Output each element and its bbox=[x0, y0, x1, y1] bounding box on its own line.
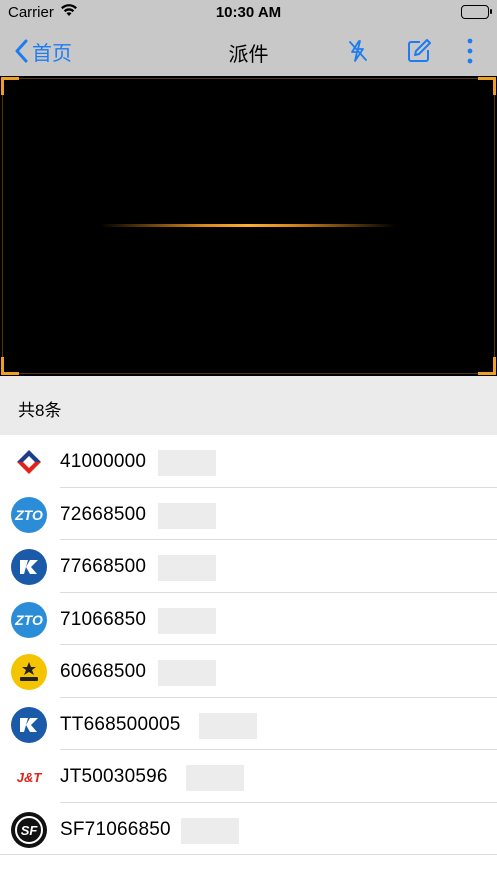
kuayue-icon bbox=[11, 549, 47, 585]
scan-corner bbox=[478, 77, 496, 95]
yunda-icon bbox=[11, 654, 47, 690]
tracking-number: SF71066850 bbox=[60, 818, 171, 840]
scan-corner bbox=[478, 357, 496, 375]
tracking-number: 41000000 bbox=[60, 451, 147, 472]
tracking-list: 41000000 ZTO 72668500 77668500 ZTO 71066… bbox=[0, 435, 497, 855]
zto-icon: ZTO bbox=[11, 601, 47, 638]
tracking-number: JT50030596 bbox=[60, 766, 168, 787]
clock: 10:30 AM bbox=[215, 4, 282, 21]
scan-corner bbox=[1, 77, 19, 95]
tracking-number: 71066850 bbox=[60, 608, 147, 630]
list-item[interactable]: 60668500 bbox=[0, 645, 497, 698]
flash-off-button[interactable] bbox=[343, 36, 373, 66]
redaction bbox=[186, 765, 244, 791]
list-item[interactable]: ZTO 71066850 bbox=[0, 592, 497, 645]
flash-off-icon bbox=[349, 40, 367, 62]
status-bar: Carrier 10:30 AM bbox=[0, 0, 497, 26]
navigation-bar: 首页 派件 bbox=[0, 26, 497, 76]
list-item[interactable]: TT668500005 bbox=[0, 697, 497, 750]
zto-icon: ZTO bbox=[11, 496, 47, 533]
debang-icon bbox=[11, 444, 47, 480]
scan-corner bbox=[1, 357, 19, 375]
jt-icon: J&T bbox=[11, 759, 47, 795]
list-item[interactable]: ZTO 72668500 bbox=[0, 487, 497, 540]
svg-text:J&T: J&T bbox=[17, 770, 43, 785]
chevron-left-icon bbox=[15, 39, 28, 63]
tracking-number: TT668500005 bbox=[60, 713, 181, 735]
list-item[interactable]: SF SF71066850 bbox=[0, 802, 497, 855]
list-item[interactable]: J&T JT50030596 bbox=[0, 750, 497, 803]
back-label: 首页 bbox=[32, 42, 72, 65]
svg-text:ZTO: ZTO bbox=[14, 612, 43, 628]
list-item[interactable]: 77668500 bbox=[0, 540, 497, 593]
kuayue-icon bbox=[11, 706, 47, 743]
edit-icon bbox=[408, 39, 431, 62]
redaction bbox=[158, 555, 216, 581]
redaction bbox=[158, 660, 216, 686]
list-header: 共8条 bbox=[0, 376, 497, 435]
tracking-number: 72668500 bbox=[60, 503, 147, 525]
battery-icon bbox=[461, 5, 492, 19]
svg-text:SF: SF bbox=[21, 823, 39, 838]
item-count: 共8条 bbox=[18, 401, 62, 420]
svg-text:ZTO: ZTO bbox=[14, 507, 43, 523]
tracking-number: 77668500 bbox=[60, 556, 147, 577]
more-vertical-icon bbox=[467, 38, 473, 64]
edit-button[interactable] bbox=[404, 36, 434, 66]
redaction bbox=[158, 607, 216, 634]
redaction bbox=[181, 817, 239, 844]
sf-icon: SF bbox=[11, 811, 47, 848]
more-button[interactable] bbox=[455, 36, 485, 66]
scanner-view[interactable] bbox=[0, 76, 497, 376]
back-button[interactable]: 首页 bbox=[14, 36, 72, 66]
tracking-number: 60668500 bbox=[60, 661, 147, 682]
list-item[interactable]: 41000000 bbox=[0, 435, 497, 488]
scan-line bbox=[100, 224, 395, 227]
redaction bbox=[158, 450, 216, 476]
redaction bbox=[158, 502, 216, 529]
redaction bbox=[199, 712, 257, 739]
